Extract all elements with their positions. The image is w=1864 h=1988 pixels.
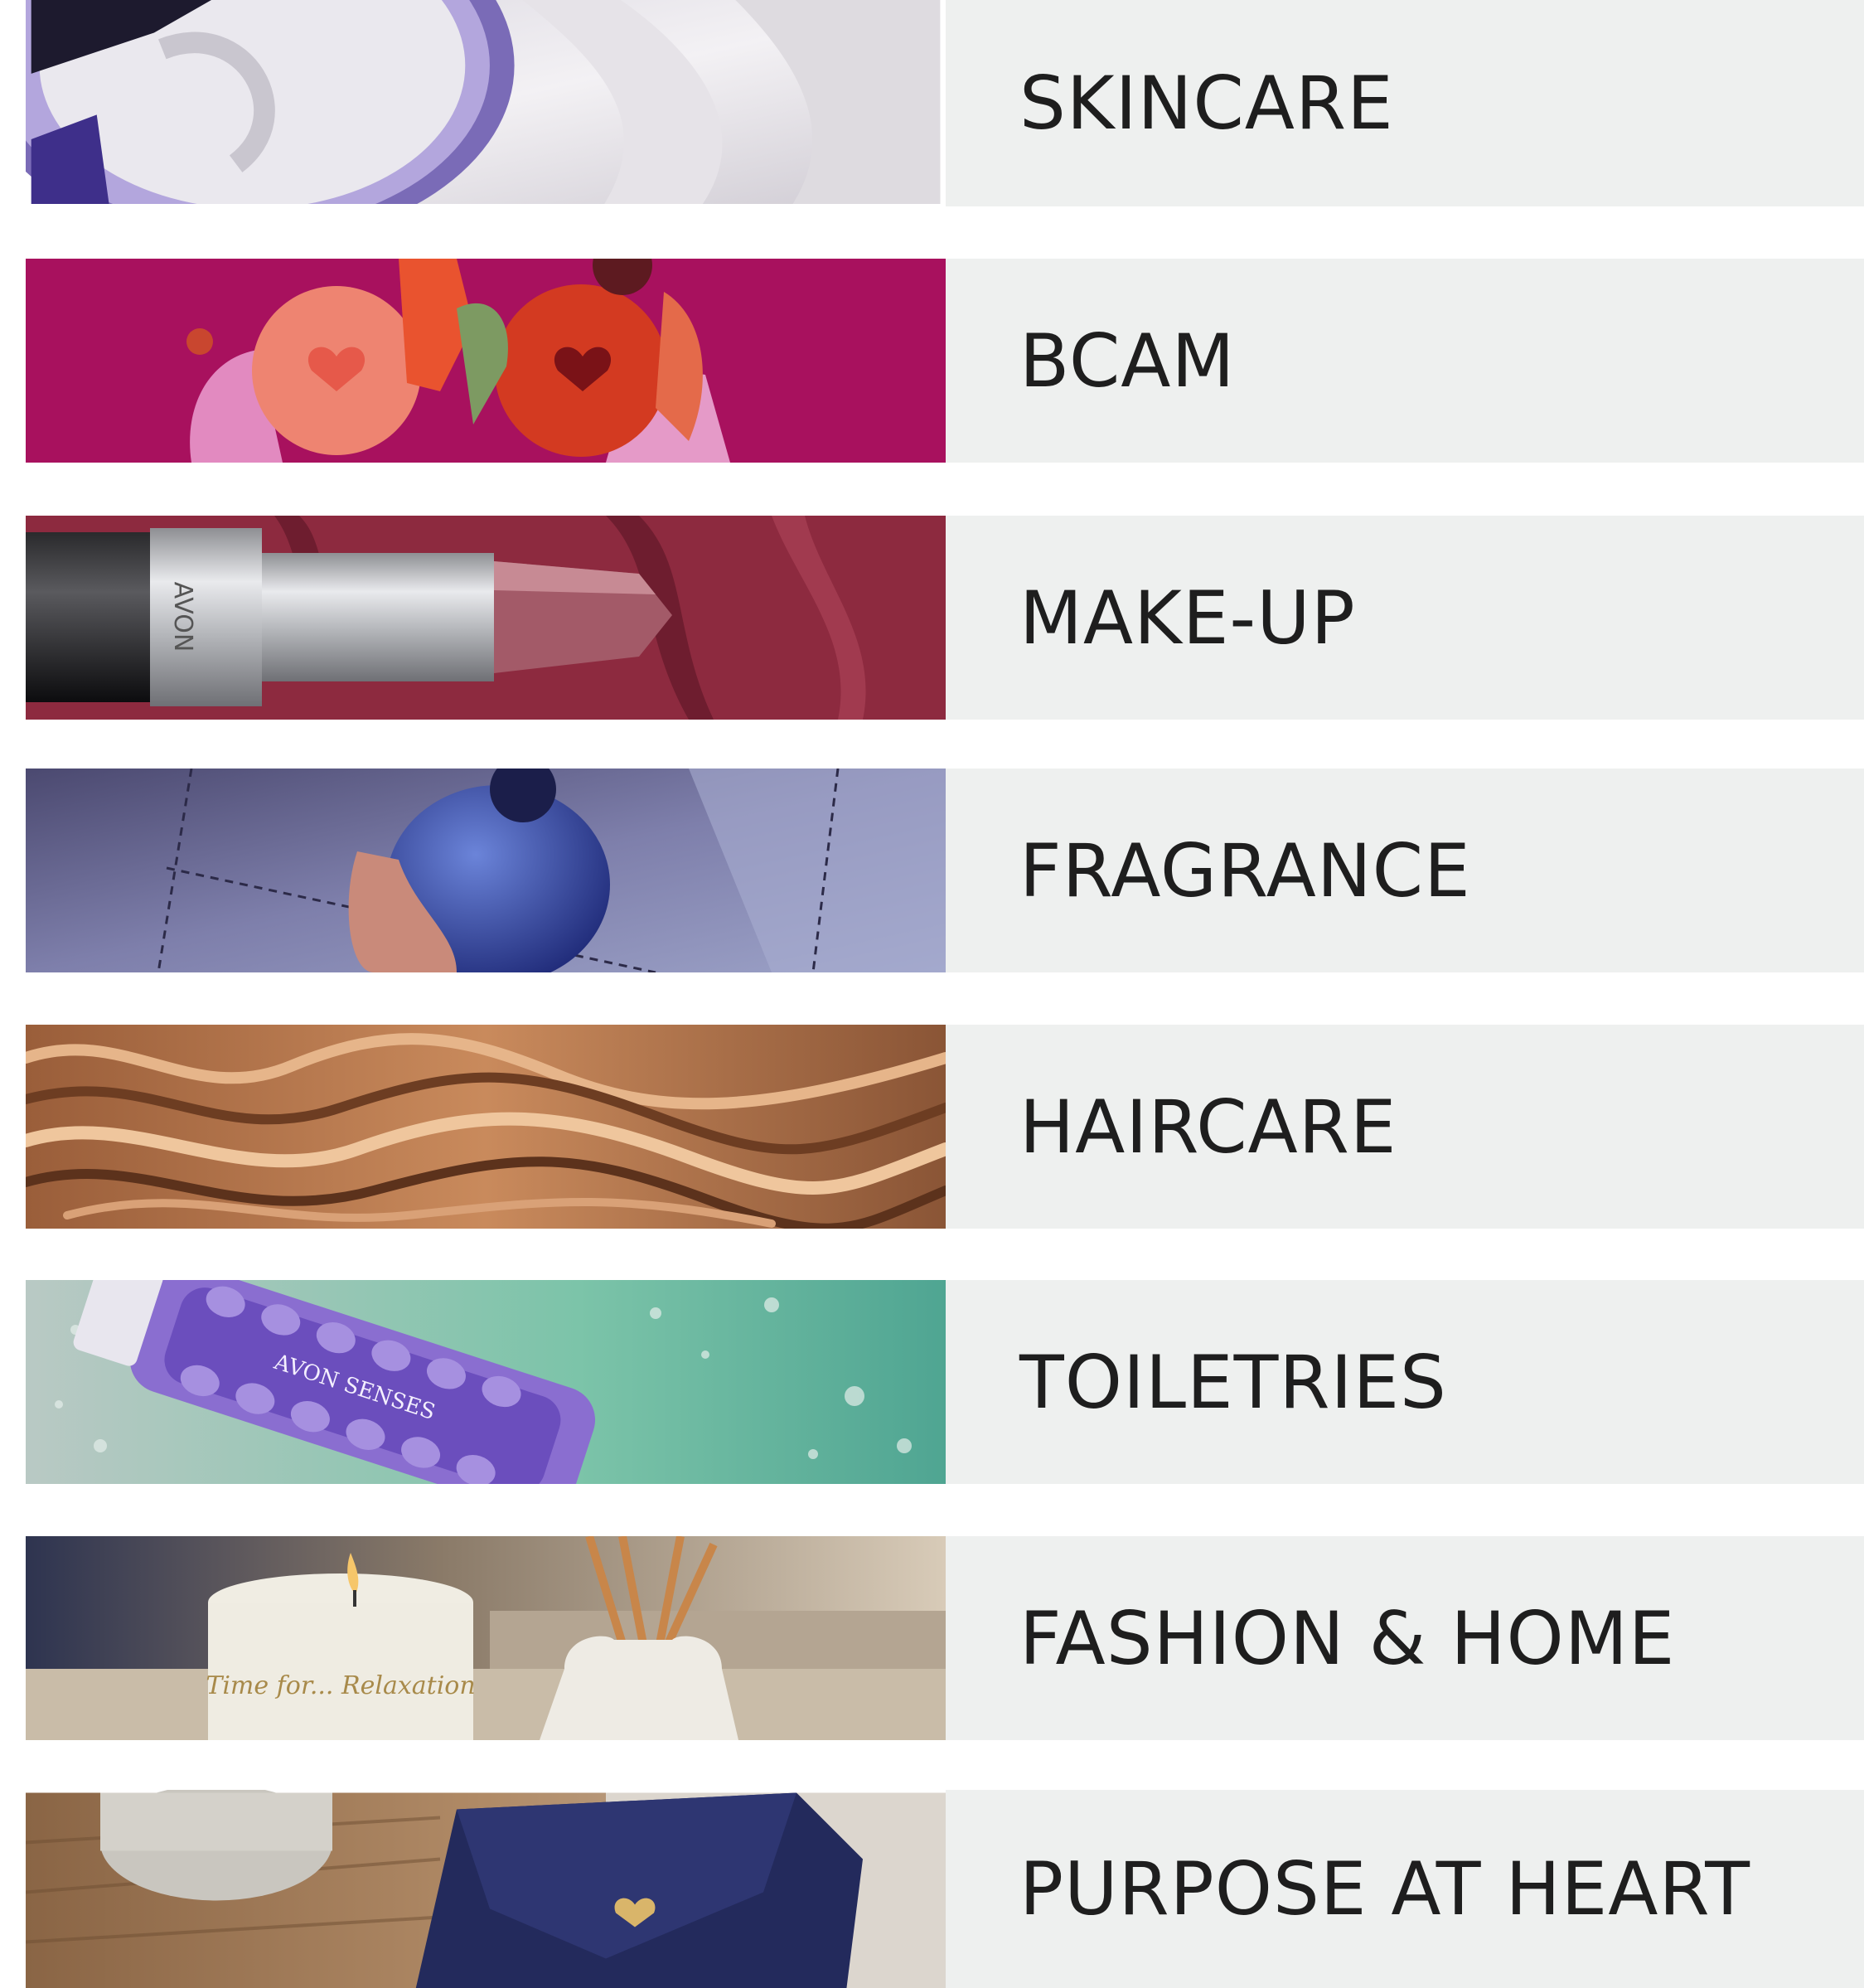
category-row-fashion-home[interactable]: Time for... Relaxation FASHION & HOME bbox=[26, 1536, 1864, 1740]
candle-diffuser-image: Time for... Relaxation bbox=[26, 1536, 946, 1740]
category-label-panel: PURPOSE AT HEART bbox=[946, 1790, 1864, 1988]
perfume-bottle-image bbox=[26, 769, 946, 972]
category-row-fragrance[interactable]: FRAGRANCE bbox=[26, 769, 1864, 972]
shower-gel-bottle-image: AVON SENSES bbox=[26, 1280, 946, 1484]
category-label-fragrance: FRAGRANCE bbox=[1019, 827, 1471, 914]
category-label-panel: FRAGRANCE bbox=[946, 769, 1864, 972]
lipstick-image: AVON bbox=[26, 516, 946, 720]
category-label-purpose-at-heart: PURPOSE AT HEART bbox=[1019, 1846, 1750, 1932]
category-label-bcam: BCAM bbox=[1019, 318, 1236, 404]
lipstick-brand-text: AVON bbox=[168, 582, 197, 652]
category-row-toiletries[interactable]: AVON SENSES TOILETRIES bbox=[26, 1280, 1864, 1484]
category-label-skincare: SKINCARE bbox=[1019, 61, 1394, 146]
category-label-panel: FASHION & HOME bbox=[946, 1536, 1864, 1740]
category-label-panel: HAIRCARE bbox=[946, 1025, 1864, 1229]
category-label-panel: TOILETRIES bbox=[946, 1280, 1864, 1484]
wavy-hair-image bbox=[26, 1025, 946, 1229]
candle-script-text: Time for... Relaxation bbox=[206, 1671, 475, 1700]
category-row-purpose-at-heart[interactable]: PURPOSE AT HEART bbox=[26, 1790, 1864, 1988]
category-label-panel: BCAM bbox=[946, 259, 1864, 463]
category-label-makeup: MAKE-UP bbox=[1019, 575, 1356, 661]
category-label-toiletries: TOILETRIES bbox=[1019, 1339, 1447, 1425]
category-row-bcam[interactable]: BCAM bbox=[26, 259, 1864, 463]
category-label-haircare: HAIRCARE bbox=[1019, 1084, 1397, 1170]
category-label-fashion-home: FASHION & HOME bbox=[1019, 1595, 1676, 1681]
category-row-skincare[interactable]: SKINCARE bbox=[26, 0, 1864, 206]
bcam-illustration-image bbox=[26, 259, 946, 463]
category-label-panel: MAKE-UP bbox=[946, 516, 1864, 720]
skincare-cream-jar-image bbox=[26, 0, 946, 206]
category-row-haircare[interactable]: HAIRCARE bbox=[26, 1025, 1864, 1229]
category-label-panel: SKINCARE bbox=[946, 0, 1864, 206]
category-row-makeup[interactable]: AVON MAKE-UP bbox=[26, 516, 1864, 720]
wallet-heart-image bbox=[26, 1790, 946, 1988]
